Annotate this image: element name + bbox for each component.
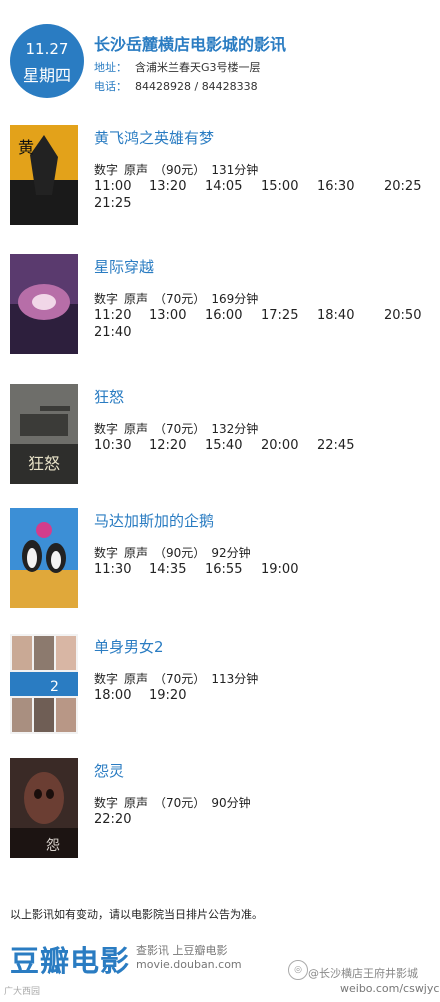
showtime[interactable]: 11:20 <box>94 308 131 323</box>
movie-lang: 原声 <box>124 672 149 686</box>
movie-duration: 90分钟 <box>211 796 251 810</box>
movie-title[interactable]: 星际穿越 <box>94 256 154 277</box>
movie-info: 数字 原声 （90元） 131分钟 <box>94 161 264 178</box>
schedule-notice: 以上影讯如有变动，请以电影院当日排片公告为准。 <box>10 908 263 921</box>
showtime[interactable]: 20:50 <box>384 308 421 323</box>
showtime[interactable]: 13:00 <box>149 308 186 323</box>
douban-movie-logo[interactable]: 豆瓣电影 <box>10 938 130 980</box>
svg-text:黄: 黄 <box>18 138 34 157</box>
date-badge: 11.27 星期四 <box>10 24 84 98</box>
movie-poster[interactable] <box>10 254 78 354</box>
footer: 豆瓣电影 查影讯 上豆瓣电影 movie.douban.com ◎ @长沙横店王… <box>0 930 440 1002</box>
weekday-text: 星期四 <box>22 66 71 85</box>
movie-poster[interactable] <box>10 508 78 608</box>
cinema-address: 地址： 含浦米兰春天G3号楼一层 <box>94 59 261 75</box>
movie-title[interactable]: 怨灵 <box>94 760 124 781</box>
movie-title[interactable]: 单身男女2 <box>94 636 164 657</box>
movie-info: 数字 原声 （70元） 169分钟 <box>94 290 264 307</box>
movie-poster[interactable]: 2 <box>10 634 78 734</box>
movie-poster[interactable]: 怨 <box>10 758 78 858</box>
showtime[interactable]: 11:30 <box>94 562 131 577</box>
phone-value: 84428928 / 84428338 <box>135 80 258 93</box>
showtime[interactable]: 22:45 <box>317 438 354 453</box>
movie-item[interactable]: 黄 黄飞鸿之英雄有梦 数字 原声 （90元） 131分钟 11:00 13:20 14… <box>0 125 440 235</box>
douban-tagline: 查影讯 上豆瓣电影 <box>136 944 228 957</box>
movie-format: 数字 <box>94 796 119 810</box>
movie-info: 数字 原声 （70元） 113分钟 <box>94 670 264 687</box>
showtime[interactable]: 15:00 <box>261 179 298 194</box>
cinema-header: 11.27 星期四 长沙岳麓横店电影城的影讯 地址： 含浦米兰春天G3号楼一层 电… <box>0 0 440 110</box>
showtime[interactable]: 11:00 <box>94 179 131 194</box>
date-text: 11.27 <box>25 40 69 58</box>
movie-title[interactable]: 黄飞鸿之英雄有梦 <box>94 127 214 148</box>
showtime[interactable]: 17:25 <box>261 308 298 323</box>
svg-text:2: 2 <box>50 679 59 695</box>
weibo-icon: ◎ <box>288 960 308 980</box>
showtime[interactable]: 22:20 <box>94 812 131 827</box>
weibo-url-watermark: weibo.com/cswjyc <box>340 982 440 995</box>
cinema-phone: 电话： 84428928 / 84428338 <box>94 78 258 94</box>
movie-item[interactable]: 2 单身男女2 数字 原声 （70元） 113分钟 18:00 19:20 <box>0 634 440 744</box>
showtime[interactable]: 13:20 <box>149 179 186 194</box>
movie-lang: 原声 <box>124 163 149 177</box>
movie-price: （70元） <box>154 292 206 306</box>
movie-duration: 131分钟 <box>211 163 259 177</box>
movie-price: （90元） <box>154 546 206 560</box>
address-label: 地址： <box>94 61 127 74</box>
movie-poster[interactable]: 狂怒 <box>10 384 78 484</box>
movie-duration: 92分钟 <box>211 546 251 560</box>
showtime[interactable]: 16:00 <box>205 308 242 323</box>
address-value: 含浦米兰春天G3号楼一层 <box>135 61 261 74</box>
showtime[interactable]: 14:05 <box>205 179 242 194</box>
movie-item[interactable]: 怨 怨灵 数字 原声 （70元） 90分钟 22:20 <box>0 758 440 868</box>
movie-duration: 113分钟 <box>211 672 259 686</box>
movie-info: 数字 原声 （90元） 92分钟 <box>94 544 257 561</box>
svg-text:怨: 怨 <box>46 838 60 854</box>
movie-format: 数字 <box>94 163 119 177</box>
showtime[interactable]: 18:40 <box>317 308 354 323</box>
movie-item[interactable]: 马达加斯加的企鹅 数字 原声 （90元） 92分钟 11:30 14:35 16:55… <box>0 508 440 618</box>
cinema-title: 长沙岳麓横店电影城的影讯 <box>94 35 287 54</box>
showtime[interactable]: 20:00 <box>261 438 298 453</box>
movie-duration: 169分钟 <box>211 292 259 306</box>
showtime[interactable]: 16:30 <box>317 179 354 194</box>
movie-title[interactable]: 狂怒 <box>94 386 124 407</box>
showtime[interactable]: 21:25 <box>94 196 131 211</box>
movie-item[interactable]: 星际穿越 数字 原声 （70元） 169分钟 11:20 13:00 16:00 17… <box>0 254 440 364</box>
showtime[interactable]: 20:25 <box>384 179 421 194</box>
weibo-watermark: @长沙横店王府井影城 <box>308 967 418 980</box>
movie-lang: 原声 <box>124 546 149 560</box>
svg-text:狂怒: 狂怒 <box>28 454 60 473</box>
corner-watermark: 广大西园 <box>4 987 41 997</box>
showtime[interactable]: 12:20 <box>149 438 186 453</box>
douban-url[interactable]: movie.douban.com <box>136 958 242 971</box>
movie-lang: 原声 <box>124 422 149 436</box>
showtime[interactable]: 19:20 <box>149 688 186 703</box>
movie-price: （70元） <box>154 422 206 436</box>
movie-duration: 132分钟 <box>211 422 259 436</box>
movie-item[interactable]: 狂怒 狂怒 数字 原声 （70元） 132分钟 10:30 12:20 15:40 2… <box>0 384 440 494</box>
showtime[interactable]: 15:40 <box>205 438 242 453</box>
movie-price: （70元） <box>154 672 206 686</box>
showtime[interactable]: 21:40 <box>94 325 131 340</box>
phone-label: 电话： <box>94 80 127 93</box>
showtime[interactable]: 10:30 <box>94 438 131 453</box>
movie-price: （70元） <box>154 796 206 810</box>
movie-price: （90元） <box>154 163 206 177</box>
movie-format: 数字 <box>94 292 119 306</box>
movie-lang: 原声 <box>124 796 149 810</box>
movie-info: 数字 原声 （70元） 132分钟 <box>94 420 264 437</box>
showtime[interactable]: 14:35 <box>149 562 186 577</box>
showtime[interactable]: 16:55 <box>205 562 242 577</box>
movie-format: 数字 <box>94 422 119 436</box>
showtime[interactable]: 18:00 <box>94 688 131 703</box>
movie-poster[interactable]: 黄 <box>10 125 78 225</box>
movie-title[interactable]: 马达加斯加的企鹅 <box>94 510 214 531</box>
movie-format: 数字 <box>94 672 119 686</box>
movie-lang: 原声 <box>124 292 149 306</box>
movie-info: 数字 原声 （70元） 90分钟 <box>94 794 257 811</box>
showtime[interactable]: 19:00 <box>261 562 298 577</box>
movie-format: 数字 <box>94 546 119 560</box>
